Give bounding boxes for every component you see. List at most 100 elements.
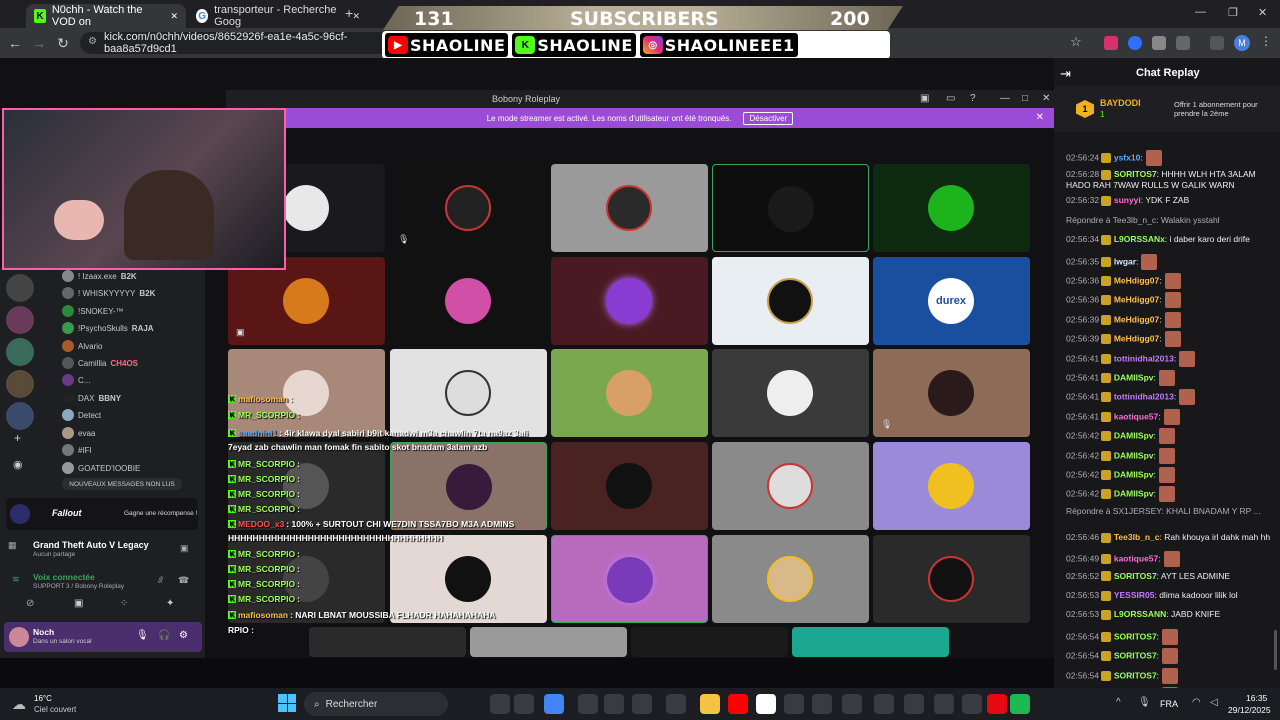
member-item[interactable]: #IFI — [62, 442, 92, 458]
participant-tile[interactable] — [712, 257, 869, 345]
participant-tile[interactable] — [631, 627, 788, 657]
inbox-icon[interactable]: ▣ — [920, 93, 929, 104]
taskbar-app-icon[interactable] — [514, 694, 534, 714]
add-server-icon[interactable]: + — [14, 431, 21, 445]
participant-tile[interactable] — [551, 257, 708, 345]
language-indicator[interactable]: FRA — [1160, 699, 1178, 709]
chat-message[interactable]: 02:56:35 lwgar: — [1066, 253, 1274, 270]
stream-icon[interactable]: ▣ — [180, 543, 189, 554]
maximize-button[interactable]: ❐ — [1228, 6, 1238, 19]
tab-google[interactable]: G transporteur - Recherche Goog ✕ — [188, 4, 368, 28]
mic-tray-icon[interactable]: 🎙 — [1138, 697, 1151, 708]
windows-start-icon[interactable] — [278, 694, 296, 712]
chat-message[interactable]: 02:56:52 SORITOS7: AYT LES ADMINE — [1066, 571, 1274, 582]
avatar[interactable] — [9, 627, 29, 647]
chat-username[interactable]: SORITOS7 — [1114, 650, 1157, 660]
fn-icon[interactable] — [756, 694, 776, 714]
chat-username[interactable]: MeHdigg07 — [1114, 275, 1159, 285]
profile-avatar[interactable]: M — [1234, 35, 1250, 51]
extension-icon[interactable] — [1128, 36, 1142, 50]
chat-message[interactable]: 02:56:42 DAMIISpv: — [1066, 447, 1274, 464]
chat-username[interactable]: tottinidhal2013 — [1114, 353, 1174, 363]
youtube-icon[interactable] — [728, 694, 748, 714]
close-icon[interactable]: ✕ — [1042, 93, 1050, 104]
extension-icon[interactable] — [1152, 36, 1166, 50]
chat-username[interactable]: kaotique57 — [1114, 553, 1158, 563]
participant-tile[interactable] — [309, 627, 466, 657]
weather-desc[interactable]: Ciel couvert — [34, 705, 76, 714]
chat-reply-context[interactable]: Répondre à SX1JERSEY: KHALI BNADAM Y RP … — [1066, 506, 1274, 517]
server-icon[interactable] — [6, 370, 34, 398]
disable-streamer-button[interactable]: Désactiver — [743, 111, 794, 125]
participant-tile[interactable] — [551, 164, 708, 252]
chat-message[interactable]: 02:56:39 MeHdigg07: — [1066, 331, 1274, 348]
chat-username[interactable]: L9ORSSANN — [1114, 609, 1166, 619]
chat-username[interactable]: SORITOS7 — [1114, 169, 1157, 179]
taskbar-app-icon[interactable] — [604, 694, 624, 714]
chat-username[interactable]: sunyyi — [1114, 195, 1141, 205]
server-icon[interactable] — [6, 274, 34, 302]
participant-tile[interactable] — [712, 535, 869, 623]
activities-icon[interactable]: ⁘ — [120, 598, 128, 609]
chat-username[interactable]: kaotique57 — [1114, 411, 1158, 421]
chat-message[interactable]: 02:56:54 SORITOS7: — [1066, 648, 1274, 665]
participant-tile[interactable] — [873, 164, 1030, 252]
member-item[interactable]: !SNOKEY-™ — [62, 303, 124, 319]
participant-tile[interactable] — [551, 349, 708, 437]
new-tab-button[interactable]: + — [345, 5, 353, 21]
participant-tile[interactable] — [873, 535, 1030, 623]
taskbar-app-icon[interactable] — [812, 694, 832, 714]
taskbar-app-icon[interactable] — [904, 694, 924, 714]
settings-gear-icon[interactable]: ⚙ — [179, 630, 188, 641]
server-icon[interactable] — [6, 338, 34, 366]
chat-message[interactable]: 02:56:42 DAMIISpv: — [1066, 467, 1274, 483]
clock-date[interactable]: 29/12/2025 — [1228, 705, 1271, 715]
disconnect-icon[interactable]: ☎ — [178, 575, 189, 586]
netflix-icon[interactable] — [987, 694, 1007, 714]
weather-temp[interactable]: 16°C — [34, 694, 52, 703]
participant-tile[interactable] — [712, 442, 869, 530]
new-messages-pill[interactable]: NOUVEAUX MESSAGES NON LUS — [62, 478, 182, 490]
chat-username[interactable]: Tee3lb_n_c — [1114, 532, 1160, 542]
participant-tile[interactable] — [873, 442, 1030, 530]
participant-tile[interactable] — [390, 257, 547, 345]
mic-icon[interactable]: 🎙 — [136, 630, 149, 641]
chat-username[interactable]: DAMIISpv — [1114, 469, 1154, 479]
soundboard-icon[interactable]: ✦ — [166, 598, 174, 609]
forward-icon[interactable]: → — [30, 34, 48, 52]
volume-icon[interactable]: ◁ — [1210, 697, 1218, 708]
back-icon[interactable]: ← — [6, 34, 24, 52]
chat-message[interactable]: 02:56:41 DAMIISpv: — [1066, 370, 1274, 386]
member-item[interactable]: Alvario — [62, 338, 102, 354]
taskbar-app-icon[interactable] — [632, 694, 652, 714]
member-item[interactable]: ! WHISKYYYYY B2K — [62, 285, 155, 301]
chat-message[interactable]: 02:56:53 L9ORSSANN: JABD KNIFE — [1066, 609, 1274, 621]
member-item[interactable]: GOATED'IOOBIE — [62, 460, 140, 476]
chat-message[interactable]: 02:56:41 tottinidhal2013: — [1066, 389, 1274, 406]
screen-share-icon[interactable]: ▣ — [74, 598, 83, 609]
member-item[interactable]: ! Izaax.exe B2K — [62, 268, 137, 284]
chat-message[interactable]: 02:56:24 ysfx10: — [1066, 150, 1274, 166]
chat-message[interactable]: 02:56:54 SORITOS7: — [1066, 667, 1274, 684]
chat-reply-context[interactable]: Répondre à Tee3lb_n_c: Walakin ysstahl — [1066, 215, 1274, 226]
chat-username[interactable]: L9ORSSANx — [1114, 234, 1165, 244]
taskbar-app-icon[interactable] — [784, 694, 804, 714]
chat-message[interactable]: 02:56:32 sunyyi: YDK F ZAB — [1066, 195, 1274, 207]
site-info-icon[interactable]: ⚙ — [88, 36, 97, 47]
more-menu-icon[interactable]: ⋮ — [1260, 34, 1272, 48]
chat-username[interactable]: SORITOS7 — [1114, 631, 1157, 641]
server-icon[interactable] — [6, 402, 34, 430]
participant-tile-speaking[interactable] — [551, 535, 708, 623]
taskbar-app-icon[interactable] — [874, 694, 894, 714]
chat-message[interactable]: 02:56:28 SORITOS7: HHHH WLH HTA 3ALAM HA… — [1066, 169, 1274, 191]
chat-message[interactable]: 02:56:41 kaotique57: — [1066, 408, 1274, 425]
tab-kick[interactable]: K N0chh - Watch the VOD on ✕ — [26, 4, 186, 28]
clock-time[interactable]: 16:35 — [1246, 693, 1267, 703]
chat-message[interactable]: 02:56:41 tottinidhal2013: — [1066, 350, 1274, 367]
chat-username[interactable]: SORITOS7 — [1114, 670, 1157, 680]
extension-icon[interactable] — [1104, 36, 1118, 50]
menu-list-icon[interactable] — [1210, 36, 1224, 50]
chat-message[interactable]: 02:56:54 SORITOS7: — [1066, 628, 1274, 645]
spotify-icon[interactable] — [1010, 694, 1030, 714]
participant-tile[interactable] — [712, 349, 869, 437]
